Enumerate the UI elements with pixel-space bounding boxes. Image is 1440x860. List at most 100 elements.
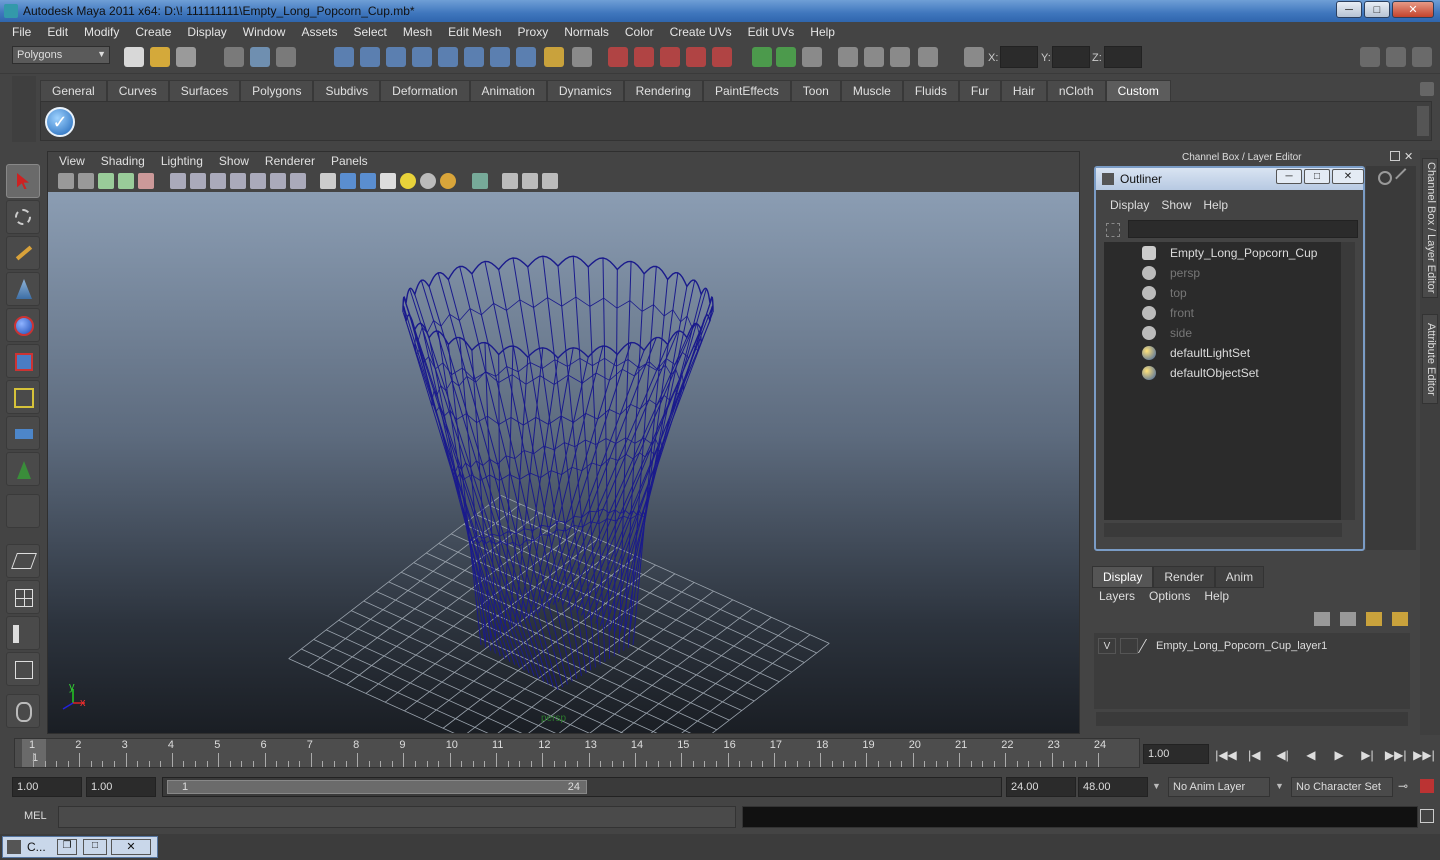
shelf-scroll-buttons[interactable] bbox=[1417, 106, 1429, 136]
camera-attributes-icon[interactable] bbox=[78, 173, 94, 189]
transform-icon[interactable] bbox=[964, 47, 984, 67]
wireframe-icon[interactable] bbox=[320, 173, 336, 189]
lasso-tool-icon[interactable] bbox=[6, 200, 40, 234]
batch-render-icon[interactable] bbox=[890, 47, 910, 67]
snap-view-icon[interactable] bbox=[490, 47, 510, 67]
playback-end-field[interactable]: 24.00 bbox=[1006, 777, 1076, 797]
preferences-icon[interactable] bbox=[918, 47, 938, 67]
all-lights-icon[interactable] bbox=[420, 173, 436, 189]
paint-select-tool-icon[interactable] bbox=[6, 236, 40, 270]
tool-lasso-icon[interactable] bbox=[6, 694, 40, 728]
menu-assets[interactable]: Assets bbox=[293, 25, 345, 39]
safe-title-icon[interactable] bbox=[290, 173, 306, 189]
render-icon[interactable] bbox=[712, 47, 732, 67]
float-icon[interactable] bbox=[1390, 151, 1400, 161]
rotate-tool-icon[interactable] bbox=[6, 308, 40, 342]
list-item[interactable]: persp bbox=[1142, 264, 1200, 282]
four-view-layout-icon[interactable] bbox=[6, 580, 40, 614]
script-editor-icon[interactable] bbox=[1420, 809, 1434, 823]
hypershade-icon[interactable] bbox=[838, 47, 858, 67]
menu-normals[interactable]: Normals bbox=[556, 25, 617, 39]
chevron-down-icon[interactable]: ▼ bbox=[1152, 781, 1161, 791]
menu-edit-mesh[interactable]: Edit Mesh bbox=[440, 25, 509, 39]
chevron-down-icon[interactable]: ▼ bbox=[1275, 781, 1284, 791]
render-view-icon[interactable] bbox=[752, 47, 772, 67]
menu-set-dropdown[interactable]: Polygons ▼ bbox=[12, 46, 110, 64]
tab-polygons[interactable]: Polygons bbox=[240, 80, 314, 101]
new-layer-from-selection-icon[interactable] bbox=[1392, 612, 1408, 626]
menu-proxy[interactable]: Proxy bbox=[510, 25, 557, 39]
tab-anim[interactable]: Anim bbox=[1214, 566, 1265, 588]
tab-custom[interactable]: Custom bbox=[1105, 80, 1171, 101]
anim-layer-dropdown[interactable]: No Anim Layer bbox=[1168, 777, 1270, 797]
snap-mode-icon[interactable] bbox=[464, 47, 484, 67]
menu-file[interactable]: File bbox=[4, 25, 39, 39]
clapper-icon[interactable] bbox=[864, 47, 884, 67]
current-time-field[interactable]: 1.00 bbox=[1143, 744, 1209, 764]
outliner-menu-help[interactable]: Help bbox=[1197, 198, 1234, 212]
open-scene-icon[interactable] bbox=[150, 47, 170, 67]
close-button[interactable]: ✕ bbox=[1392, 1, 1434, 18]
tab-toon[interactable]: Toon bbox=[790, 80, 841, 101]
tab-fur[interactable]: Fur bbox=[958, 80, 1001, 101]
layer-color-swatch[interactable] bbox=[1137, 639, 1155, 653]
minimized-window[interactable]: C... ❐ □ ✕ bbox=[2, 836, 158, 858]
scale-tool-icon[interactable] bbox=[6, 344, 40, 378]
layer-row[interactable]: V Empty_Long_Popcorn_Cup_layer1 bbox=[1098, 637, 1327, 655]
smooth-shade-icon[interactable] bbox=[340, 173, 356, 189]
save-scene-icon[interactable] bbox=[176, 47, 196, 67]
bookmarks-icon[interactable] bbox=[98, 173, 114, 189]
outliner-filter-input[interactable] bbox=[1128, 220, 1358, 238]
cycle-icon[interactable] bbox=[1378, 171, 1392, 185]
move-tool-icon[interactable] bbox=[6, 272, 40, 306]
perspective-viewport[interactable]: persp y x bbox=[48, 192, 1079, 733]
film-gate-icon[interactable] bbox=[190, 173, 206, 189]
tab-fluids[interactable]: Fluids bbox=[902, 80, 959, 101]
menu-create-uvs[interactable]: Create UVs bbox=[662, 25, 740, 39]
close-button[interactable]: ✕ bbox=[111, 839, 151, 855]
time-slider[interactable]: 1 1 2 3 4 5 6 7 8 9 10 11 12 13 14 15 16 17 18 19 20 21 22 23 2… bbox=[14, 738, 1140, 768]
maximize-button[interactable]: □ bbox=[1364, 1, 1390, 18]
step-back-key-button[interactable]: ◀| bbox=[1271, 744, 1295, 766]
step-forward-key-button[interactable]: ▶| bbox=[1355, 744, 1379, 766]
two-d-pan-zoom-icon[interactable] bbox=[138, 173, 154, 189]
layer-visibility-toggle[interactable]: V bbox=[1098, 638, 1116, 654]
lock-icon[interactable] bbox=[544, 47, 564, 67]
construction-history-icon[interactable] bbox=[686, 47, 706, 67]
snap-surface-icon[interactable] bbox=[438, 47, 458, 67]
layer-menu-options[interactable]: Options bbox=[1142, 589, 1197, 603]
select-component-icon[interactable] bbox=[276, 47, 296, 67]
tab-subdivs[interactable]: Subdivs bbox=[313, 80, 381, 101]
menu-color[interactable]: Color bbox=[617, 25, 662, 39]
animation-end-field[interactable]: 48.00 bbox=[1078, 777, 1148, 797]
viewport-menu-lighting[interactable]: Lighting bbox=[153, 154, 211, 168]
viewport-menu-renderer[interactable]: Renderer bbox=[257, 154, 323, 168]
list-item[interactable]: front bbox=[1142, 304, 1194, 322]
tab-muscle[interactable]: Muscle bbox=[840, 80, 903, 101]
animation-start-field[interactable]: 1.00 bbox=[12, 777, 82, 797]
field-chart-icon[interactable] bbox=[250, 173, 266, 189]
layer-type-toggle[interactable] bbox=[1120, 638, 1138, 654]
tab-hair[interactable]: Hair bbox=[1000, 80, 1047, 101]
xray-icon[interactable] bbox=[502, 173, 518, 189]
close-icon[interactable]: ✕ bbox=[1404, 150, 1413, 163]
y-field[interactable] bbox=[1052, 46, 1090, 68]
show-manipulator-icon[interactable] bbox=[6, 452, 40, 486]
tab-general[interactable]: General bbox=[40, 80, 107, 101]
tab-ncloth[interactable]: nCloth bbox=[1046, 80, 1106, 101]
list-item[interactable]: Empty_Long_Popcorn_Cup bbox=[1142, 244, 1317, 262]
outliner-maximize-button[interactable]: □ bbox=[1304, 169, 1330, 184]
outliner-minimize-button[interactable]: ─ bbox=[1276, 169, 1302, 184]
viewport-menu-panels[interactable]: Panels bbox=[323, 154, 376, 168]
tab-animation[interactable]: Animation bbox=[469, 80, 547, 101]
snap-grid-icon[interactable] bbox=[334, 47, 354, 67]
universal-manipulator-icon[interactable] bbox=[6, 380, 40, 414]
select-object-icon[interactable] bbox=[250, 47, 270, 67]
character-set-dropdown[interactable]: No Character Set bbox=[1291, 777, 1393, 797]
tool-settings-toggle-icon[interactable] bbox=[1386, 47, 1406, 67]
tab-rendering[interactable]: Rendering bbox=[623, 80, 703, 101]
textured-icon[interactable] bbox=[380, 173, 396, 189]
input-ops-icon[interactable] bbox=[608, 47, 628, 67]
menu-edit-uvs[interactable]: Edit UVs bbox=[740, 25, 803, 39]
move-layer-down-icon[interactable] bbox=[1340, 612, 1356, 626]
